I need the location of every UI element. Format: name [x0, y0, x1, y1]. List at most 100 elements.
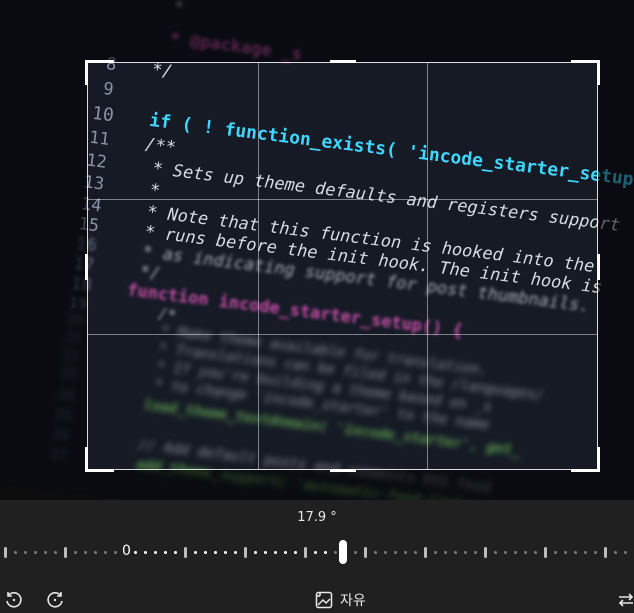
ruler-minor-tick: [494, 551, 497, 554]
ruler-minor-tick: [114, 551, 117, 554]
photo-canvas[interactable]: * * @package _s 8 */ 9 10 if ( ! function_…: [0, 0, 634, 500]
ruler-minor-tick: [534, 551, 537, 554]
code-text: * @package _s: [168, 28, 304, 65]
ruler-minor-tick: [54, 551, 57, 554]
ruler-minor-tick: [194, 551, 197, 554]
flip-button[interactable]: [616, 587, 634, 613]
ruler-minor-tick: [234, 551, 237, 554]
ruler-minor-tick: [164, 551, 167, 554]
ruler-major-tick: [484, 547, 487, 558]
line-number: 25: [54, 406, 73, 425]
line-number: 27: [49, 446, 69, 465]
line-number: 20: [65, 311, 85, 330]
ruler-minor-tick: [154, 551, 157, 554]
ruler-minor-tick: [94, 551, 97, 554]
ruler-minor-tick: [324, 551, 327, 554]
crop-handle-top[interactable]: [330, 60, 356, 63]
ruler-minor-tick: [474, 551, 477, 554]
ruler-minor-tick: [84, 551, 87, 554]
ruler-minor-tick: [174, 551, 177, 554]
ruler-major-tick: [544, 547, 547, 558]
rotation-angle-label: 17.9 °: [297, 510, 337, 525]
ruler-major-tick: [64, 547, 67, 558]
ruler-minor-tick: [314, 551, 317, 554]
crop-grid-line: [427, 63, 428, 469]
crop-handle-bottom-right[interactable]: [571, 447, 600, 472]
ruler-minor-tick: [74, 551, 77, 554]
aspect-ratio-button[interactable]: 자유: [314, 587, 366, 613]
ruler-major-tick: [304, 547, 307, 558]
ruler-minor-tick: [254, 551, 257, 554]
line-number: 21: [63, 329, 83, 348]
rotation-slider-thumb[interactable]: [339, 540, 347, 564]
rotation-slider[interactable]: 0: [0, 535, 634, 571]
ruler-minor-tick: [444, 551, 447, 554]
crop-handle-top-left[interactable]: [85, 60, 114, 85]
code-line: *: [173, 0, 186, 18]
crop-handle-left[interactable]: [85, 254, 88, 280]
rotate-left-button[interactable]: [3, 587, 25, 613]
line-number: 23: [59, 364, 79, 383]
ruler-minor-tick: [224, 551, 227, 554]
ruler-major-tick: [424, 547, 427, 558]
flip-icon: [616, 590, 634, 610]
ruler-minor-tick: [594, 551, 597, 554]
code-line: 25: [54, 407, 73, 425]
ruler-minor-tick: [104, 551, 107, 554]
ruler-minor-tick: [404, 551, 407, 554]
ruler-minor-tick: [294, 551, 297, 554]
ruler-minor-tick: [554, 551, 557, 554]
ruler-minor-tick: [284, 551, 287, 554]
rotate-right-button[interactable]: [44, 587, 66, 613]
aspect-ratio-label: 자유: [340, 593, 366, 609]
code-text: *: [172, 0, 186, 19]
ruler-minor-tick: [214, 551, 217, 554]
rotate-right-icon: [44, 589, 66, 611]
ruler-minor-tick: [14, 551, 17, 554]
rotate-left-icon: [3, 589, 25, 611]
crop-handle-right[interactable]: [597, 254, 600, 280]
ruler-minor-tick: [204, 551, 207, 554]
line-number: 26: [51, 426, 71, 445]
crop-handle-bottom[interactable]: [330, 469, 356, 472]
line-number: 22: [61, 346, 81, 365]
crop-grid-line: [88, 199, 597, 200]
ruler-minor-tick: [584, 551, 587, 554]
ruler-minor-tick: [514, 551, 517, 554]
rotation-zero-label: 0: [122, 543, 131, 559]
line-number: 19: [67, 293, 88, 314]
ruler-minor-tick: [434, 551, 437, 554]
ruler-major-tick: [184, 547, 187, 558]
ruler-major-tick: [244, 547, 247, 558]
ruler-minor-tick: [524, 551, 527, 554]
ruler-minor-tick: [44, 551, 47, 554]
ruler-minor-tick: [134, 551, 137, 554]
ruler-major-tick: [4, 547, 7, 558]
ruler-minor-tick: [34, 551, 37, 554]
ruler-minor-tick: [334, 551, 337, 554]
ruler-minor-tick: [264, 551, 267, 554]
ruler-minor-tick: [394, 551, 397, 554]
ruler-minor-tick: [624, 551, 627, 554]
crop-grid-line: [88, 334, 597, 335]
ruler-minor-tick: [374, 551, 377, 554]
ruler-minor-tick: [564, 551, 567, 554]
ruler-minor-tick: [274, 551, 277, 554]
ruler-minor-tick: [24, 551, 27, 554]
crop-handle-top-right[interactable]: [571, 60, 600, 85]
crop-handle-bottom-left[interactable]: [85, 447, 114, 472]
ruler-minor-tick: [354, 551, 357, 554]
ruler-minor-tick: [384, 551, 387, 554]
ruler-minor-tick: [504, 551, 507, 554]
ruler-minor-tick: [414, 551, 417, 554]
ruler-minor-tick: [574, 551, 577, 554]
ruler-major-tick: [604, 547, 607, 558]
ruler-minor-tick: [144, 551, 147, 554]
ruler-major-tick: [364, 547, 367, 558]
line-number: 24: [56, 386, 76, 405]
ruler-minor-tick: [454, 551, 457, 554]
code-line: * @package _s: [169, 29, 304, 65]
aspect-ratio-icon: [314, 590, 334, 610]
crop-frame[interactable]: [85, 60, 600, 472]
ruler-minor-tick: [464, 551, 467, 554]
